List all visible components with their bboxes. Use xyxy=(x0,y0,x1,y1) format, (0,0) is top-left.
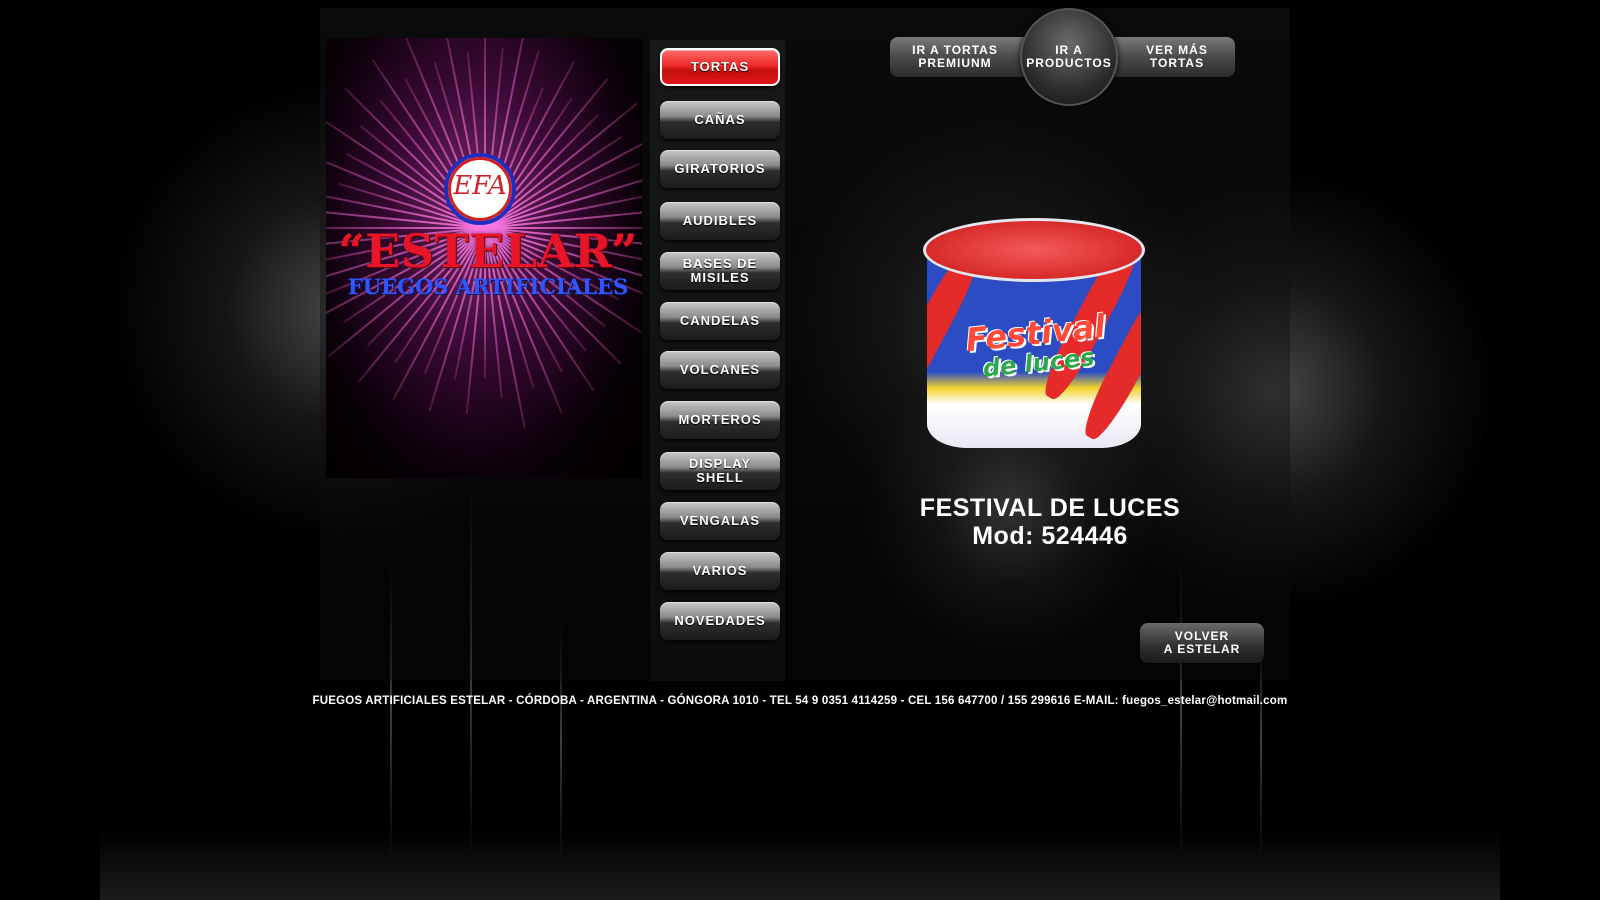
nav-item-giratorios[interactable]: GIRATORIOS xyxy=(660,150,780,188)
nav-item-tortas[interactable]: TORTAS xyxy=(660,48,780,86)
products-label: IR A PRODUCTOS xyxy=(1026,43,1112,70)
nav-item-label: TORTAS xyxy=(690,59,750,74)
premium-cakes-label: IR A TORTAS PREMIUNM xyxy=(912,43,998,70)
back-to-estelar-label: VOLVER A ESTELAR xyxy=(1163,629,1241,656)
back-to-estelar-button[interactable]: VOLVER A ESTELAR xyxy=(1140,623,1264,663)
nav-item-volcanes[interactable]: VOLCANES xyxy=(660,351,780,389)
brand-title: “ESTELAR” xyxy=(338,224,638,278)
nav-item-morteros[interactable]: MORTEROS xyxy=(660,401,780,439)
product-model: Mod: 524446 xyxy=(972,522,1128,550)
products-button[interactable]: IR A PRODUCTOS xyxy=(1020,8,1118,106)
brand-logo: EFA xyxy=(444,153,516,225)
nav-item-label: VENGALAS xyxy=(679,513,761,528)
nav-item-audibles[interactable]: AUDIBLES xyxy=(660,202,780,240)
nav-item-varios[interactable]: VARIOS xyxy=(660,552,780,590)
nav-item-label: CANDELAS xyxy=(679,313,761,328)
nav-item-label: BASES DE MISILES xyxy=(682,256,758,285)
nav-item-label: VOLCANES xyxy=(679,362,761,377)
nav-item-bases-de-misiles[interactable]: BASES DE MISILES xyxy=(660,252,780,290)
nav-item-label: CAÑAS xyxy=(694,112,746,127)
logo-initials: EFA xyxy=(453,171,507,201)
nav-item-label: AUDIBLES xyxy=(682,213,758,228)
nav-item-label: MORTEROS xyxy=(678,412,762,427)
more-cakes-label: VER MÁS TORTAS xyxy=(1146,43,1208,70)
cake-top xyxy=(923,218,1145,282)
premium-cakes-button[interactable]: IR A TORTAS PREMIUNM xyxy=(890,37,1020,77)
more-cakes-button[interactable]: VER MÁS TORTAS xyxy=(1112,37,1242,77)
nav-item-vengalas[interactable]: VENGALAS xyxy=(660,502,780,540)
product-name: FESTIVAL DE LUCES xyxy=(919,494,1181,522)
category-nav: TORTAS CAÑAS GIRATORIOS AUDIBLES BASES D… xyxy=(650,40,785,681)
nav-item-label: NOVEDADES xyxy=(674,613,766,628)
nav-item-novedades[interactable]: NOVEDADES xyxy=(660,602,780,640)
nav-item-candelas[interactable]: CANDELAS xyxy=(660,302,780,340)
nav-item-canas[interactable]: CAÑAS xyxy=(660,101,780,139)
product-title: FESTIVAL DE LUCES Mod: 524446 xyxy=(900,494,1200,550)
brand-subtitle: FUEGOS ARTIFICIALES xyxy=(347,274,629,299)
nav-item-display-shell[interactable]: DISPLAY SHELL xyxy=(660,452,780,490)
nav-item-label: GIRATORIOS xyxy=(674,161,766,176)
nav-item-label: DISPLAY SHELL xyxy=(688,456,752,485)
footer-contact: FUEGOS ARTIFICIALES ESTELAR - CÓRDOBA - … xyxy=(312,695,1288,707)
nav-item-label: VARIOS xyxy=(692,563,748,578)
product-image: Festival de luces xyxy=(923,218,1145,463)
